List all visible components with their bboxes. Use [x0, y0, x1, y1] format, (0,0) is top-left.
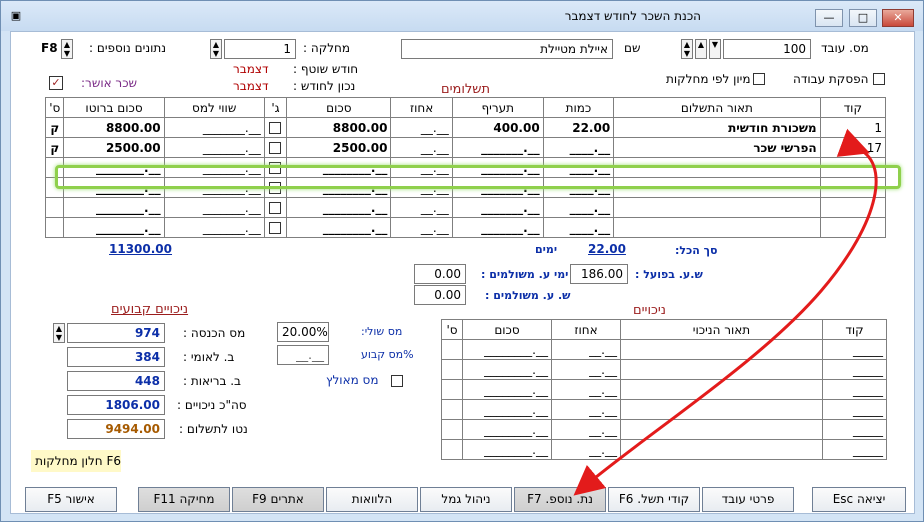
app-window: ▣ הכנת השכר לחודש דצמבר — □ ✕ מס. עובד 1… [0, 0, 924, 522]
annotation-arrow-path [573, 128, 878, 496]
annotation-arrow [573, 128, 878, 496]
